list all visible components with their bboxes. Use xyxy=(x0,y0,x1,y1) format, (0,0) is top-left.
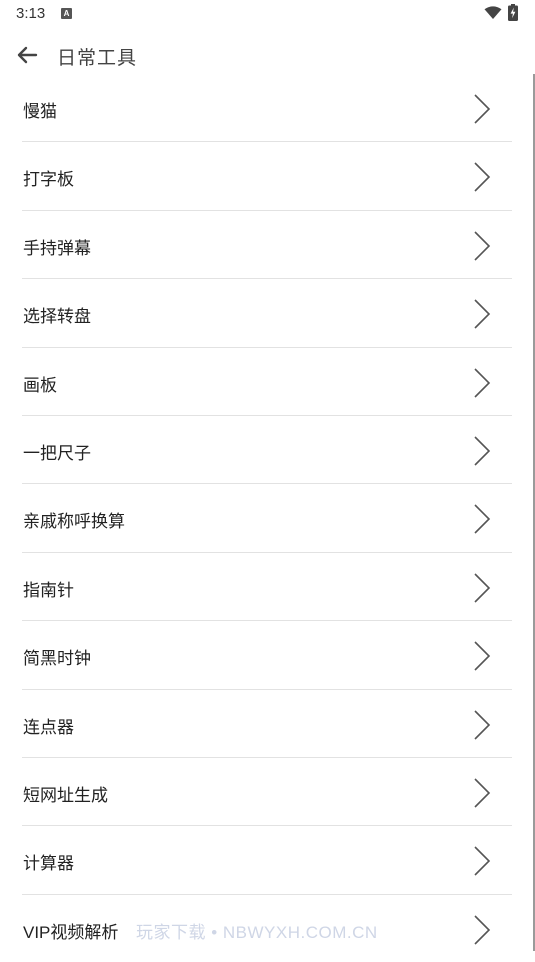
page-title: 日常工具 xyxy=(57,48,138,69)
status-time: 3:13 xyxy=(16,5,46,22)
notification-a-icon: A xyxy=(61,8,72,19)
chevron-right-icon xyxy=(474,641,491,671)
list-item-simple-clock[interactable]: 简黑时钟 xyxy=(22,621,512,690)
back-arrow-icon[interactable] xyxy=(12,40,42,70)
chevron-right-icon xyxy=(474,846,491,876)
item-label: 手持弹幕 xyxy=(23,238,91,258)
item-label: 计算器 xyxy=(23,854,74,874)
battery-charging-icon xyxy=(508,4,518,21)
list-item-handheld-danmaku[interactable]: 手持弹幕 xyxy=(22,211,512,280)
list-item-drawing-board[interactable]: 画板 xyxy=(22,348,512,416)
item-label: 短网址生成 xyxy=(23,785,108,805)
list-item-relative-title-calculator[interactable]: 亲戚称呼换算 xyxy=(22,484,512,553)
chevron-right-icon xyxy=(474,367,491,398)
list-item-auto-clicker[interactable]: 连点器 xyxy=(22,690,512,758)
chevron-right-icon xyxy=(474,436,491,466)
item-label: 亲戚称呼换算 xyxy=(23,512,125,532)
app-bar: 日常工具 xyxy=(0,28,535,80)
item-label: 打字板 xyxy=(23,170,74,190)
item-label: 慢猫 xyxy=(23,102,57,121)
status-bar: 3:13 A xyxy=(0,0,535,28)
chevron-right-icon xyxy=(474,573,491,603)
chevron-right-icon xyxy=(474,162,491,192)
chevron-right-icon xyxy=(474,231,491,261)
list-item-slow-cat[interactable]: 慢猫 xyxy=(22,74,512,143)
chevron-right-icon xyxy=(474,94,491,124)
list-item-short-url-generator[interactable]: 短网址生成 xyxy=(22,758,512,827)
item-label: VIP视频解析 xyxy=(23,922,119,942)
chevron-right-icon xyxy=(474,709,491,740)
list-item-ruler[interactable]: 一把尺子 xyxy=(22,416,512,485)
item-label: 连点器 xyxy=(23,717,74,737)
chevron-right-icon xyxy=(474,915,491,945)
item-label: 指南针 xyxy=(23,580,74,600)
list-item-calculator[interactable]: 计算器 xyxy=(22,826,512,895)
item-label: 选择转盘 xyxy=(23,307,91,327)
item-label: 一把尺子 xyxy=(23,443,91,463)
chevron-right-icon xyxy=(474,299,491,329)
list-item-compass[interactable]: 指南针 xyxy=(22,553,512,622)
list-item-typing-board[interactable]: 打字板 xyxy=(22,142,512,211)
tool-list: 慢猫 打字板 手持弹幕 选择转盘 画板 一把尺子 亲戚称呼换算 指南针 简黑时钟… xyxy=(22,74,512,962)
chevron-right-icon xyxy=(474,504,491,534)
watermark: 玩家下载 • NBWYXH.COM.CN xyxy=(136,923,378,942)
item-label: 简黑时钟 xyxy=(23,649,91,669)
wifi-icon xyxy=(484,6,502,19)
chevron-right-icon xyxy=(474,778,491,808)
list-item-choice-wheel[interactable]: 选择转盘 xyxy=(22,279,512,348)
item-label: 画板 xyxy=(23,375,57,395)
